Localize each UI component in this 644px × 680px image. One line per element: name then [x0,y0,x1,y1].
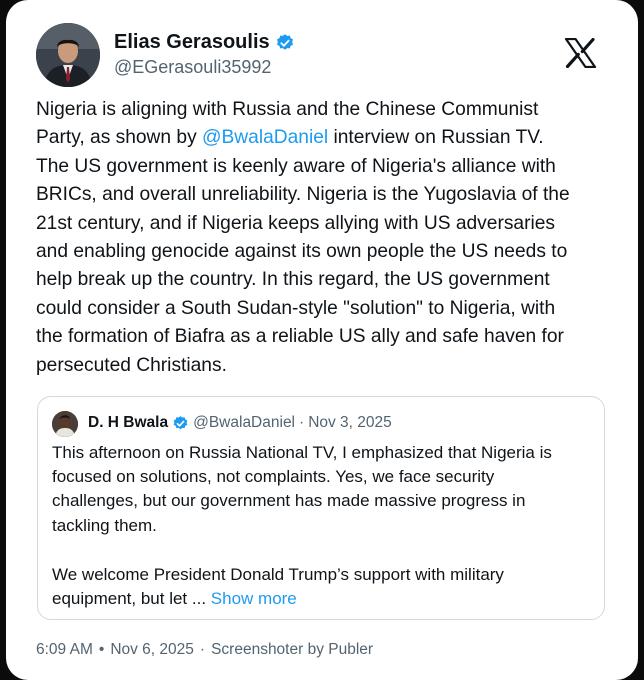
post-line-text: Nigeria is aligning with Russia and the … [36,99,539,120]
post-line-text: Party, as shown by [36,127,203,149]
post-line-text: The US government is keenly aware of Nig… [36,155,556,177]
author-name[interactable]: Elias Gerasoulis [114,31,270,54]
screenshot-source: Screenshoter by Publer [211,641,374,658]
post-line: the formation of Biafra as a reliable US… [36,323,616,351]
post-line: The US government is keenly aware of Nig… [36,153,616,181]
post-text: Nigeria is aligning with Russia and the … [36,96,616,380]
quoted-author-name[interactable]: D. H Bwala [88,414,168,432]
post-card: Elias Gerasoulis @EGerasouli35992 Nigeri… [6,0,638,680]
quoted-author-avatar[interactable] [52,411,78,437]
verified-badge-icon [276,33,293,50]
post-line: Party, as shown by @BwalaDaniel intervie… [36,124,616,152]
post-line: Nigeria is aligning with Russia and the … [36,96,616,124]
post-line: 21st century, and if Nigeria keeps allyi… [36,210,616,238]
quoted-post[interactable]: D. H Bwala @BwalaDaniel · Nov 3, 2025 Th… [37,396,605,620]
quoted-date[interactable]: Nov 3, 2025 [308,414,392,432]
post-line: help break up the country. In this regar… [36,266,616,294]
mention-link[interactable]: @BwalaDaniel [202,127,328,148]
post-line-text: the formation of Biafra as a reliable US… [36,326,564,348]
post-meta: 6:09 AM • Nov 6, 2025 · Screenshoter by … [36,641,373,659]
author-avatar[interactable] [36,23,100,87]
post-line-text: persecuted Christians. [36,354,227,376]
post-line: persecuted Christians. [36,352,616,380]
quoted-separator: · [299,414,305,431]
quoted-line: focused on solutions, not complaints. Ye… [52,467,495,487]
x-logo-icon[interactable] [564,38,597,68]
post-line: and enabling genocide against its own pe… [36,238,616,266]
quoted-line: This afternoon on Russia National TV, I … [52,443,552,462]
post-line-text: and enabling genocide against its own pe… [36,241,568,263]
quoted-line: tackling them. [52,515,157,535]
quoted-avatar-image [52,411,78,437]
post-line: could consider a South Sudan-style "solu… [36,295,616,323]
post-date[interactable]: Nov 6, 2025 [110,641,194,659]
meta-dot: • [98,641,105,658]
author-name-row: Elias Gerasoulis [114,31,295,54]
show-more-link[interactable]: Show more [211,589,297,608]
post-line-text: interview on Russian TV. [328,127,544,149]
post-line-text: could consider a South Sudan-style "solu… [36,297,556,319]
quoted-line-text: equipment, but let ... [52,589,207,609]
quoted-line: challenges, but our government has made … [52,491,526,511]
post-line: BRICs, and overall unreliability. Nigeri… [36,181,616,209]
quoted-line: We welcome President Donald Trump’s supp… [52,564,504,584]
post-time[interactable]: 6:09 AM [36,641,93,659]
author-handle[interactable]: @EGerasouli35992 [114,57,271,78]
post-line-text: BRICs, and overall unreliability. Nigeri… [36,184,570,206]
post-line-text: help break up the country. In this regar… [36,269,550,291]
quoted-text: This afternoon on Russia National TV, I … [52,441,597,611]
quoted-line: equipment, but let ... Show more [52,587,597,611]
meta-separator: · [199,641,206,658]
quoted-author-handle[interactable]: @BwalaDaniel [193,414,295,432]
avatar-image [36,23,100,87]
post-line-text: 21st century, and if Nigeria keeps allyi… [36,212,556,234]
quoted-header: D. H Bwala @BwalaDaniel · Nov 3, 2025 [88,414,392,432]
verified-badge-icon [173,415,188,429]
